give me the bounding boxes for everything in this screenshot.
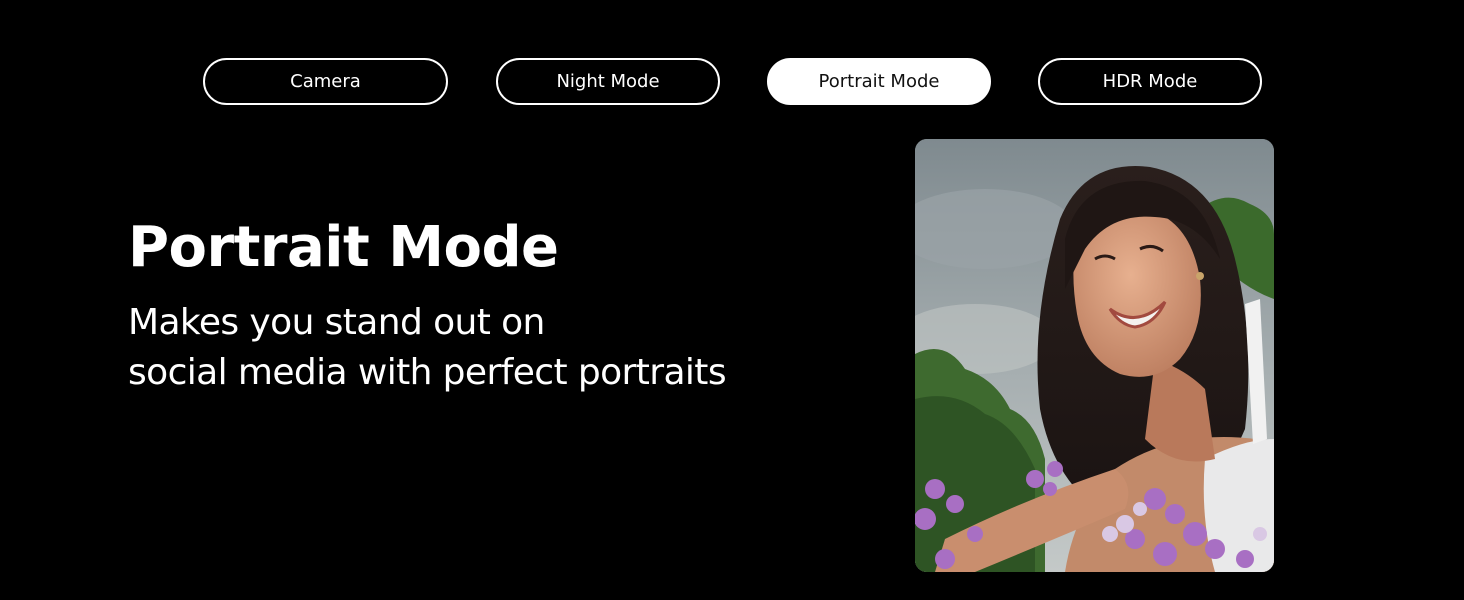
portrait-photo-illustration <box>915 139 1274 572</box>
feature-description: Makes you stand out on social media with… <box>128 298 727 398</box>
feature-description-line-2: social media with perfect portraits <box>128 352 727 393</box>
tab-night-mode[interactable]: Night Mode <box>496 58 720 105</box>
tab-camera[interactable]: Camera <box>203 58 448 105</box>
portrait-sample-photo <box>915 139 1274 572</box>
tab-portrait-mode[interactable]: Portrait Mode <box>767 58 991 105</box>
feature-title: Portrait Mode <box>128 215 559 280</box>
mode-tab-bar: Camera Night Mode Portrait Mode HDR Mode <box>0 0 1464 140</box>
tab-hdr-mode[interactable]: HDR Mode <box>1038 58 1262 105</box>
feature-description-line-1: Makes you stand out on <box>128 302 545 343</box>
